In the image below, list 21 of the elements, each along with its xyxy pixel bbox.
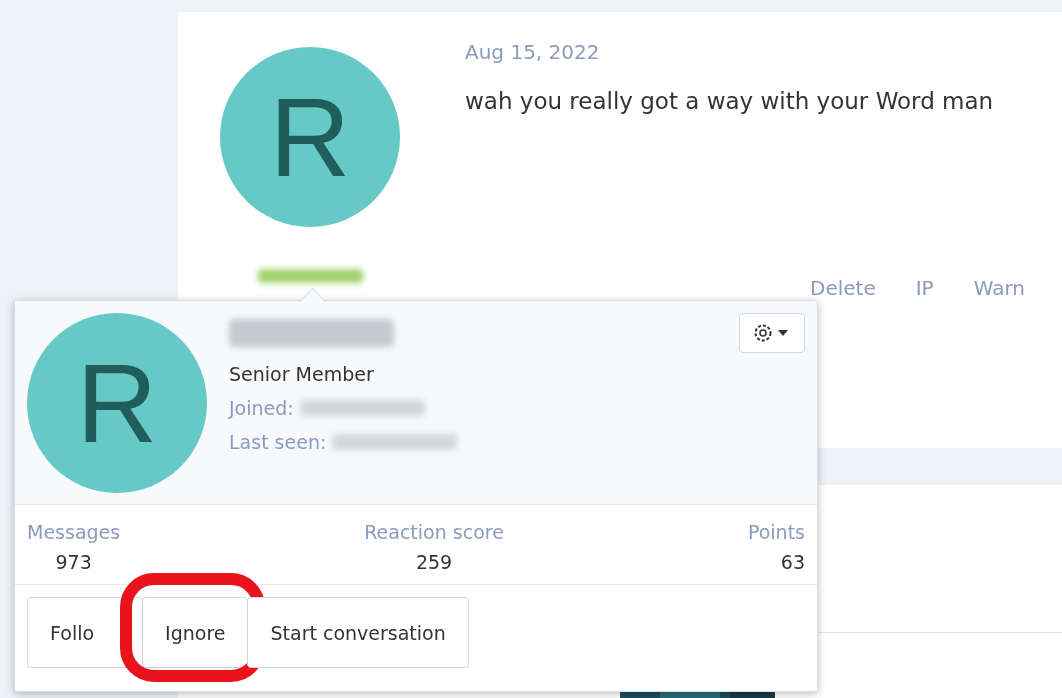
settings-button[interactable] [739, 313, 805, 353]
settings-icon [754, 324, 772, 342]
stat-label: Reaction score [364, 521, 504, 543]
stat-value: 63 [780, 551, 805, 573]
post-message: wah you really got a way with your Word man [465, 88, 995, 114]
button[interactable]: Ignore [142, 597, 249, 668]
stat-label: Points [747, 521, 805, 543]
action-link[interactable]: Delete [810, 276, 876, 300]
post-date[interactable]: Aug 15, 2022 [465, 40, 1025, 64]
caret-icon [778, 330, 788, 336]
avatar[interactable]: R [27, 313, 207, 493]
action-link[interactable]: Warn [973, 276, 1025, 300]
stat-value: 973 [55, 551, 92, 573]
last-seen-label: Last seen: [229, 431, 327, 453]
action-link[interactable]: IP [915, 276, 934, 300]
button[interactable]: Start conversation [247, 597, 469, 668]
member-title: Senior Member [229, 363, 375, 385]
stat-value: 259 [415, 551, 453, 573]
avatar[interactable]: R [220, 47, 400, 227]
stat-label: Messages [27, 521, 121, 543]
joined-label: Joined: [229, 397, 294, 419]
